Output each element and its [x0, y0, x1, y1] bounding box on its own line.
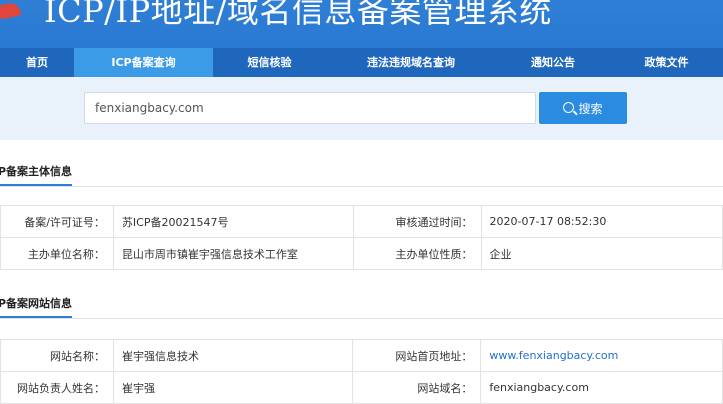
- website-owner-label: 网站负责人姓名：: [0, 371, 114, 404]
- homepage-url-link[interactable]: www.fenxiangbacy.com: [489, 349, 618, 362]
- search-icon: [563, 101, 575, 113]
- nav-item-icp-query[interactable]: ICP备案查询: [74, 48, 213, 77]
- organizer-type-value: 企业: [480, 237, 723, 270]
- subject-section-title: P备案主体信息: [0, 165, 73, 178]
- homepage-url-label: 网站首页地址：: [352, 339, 482, 372]
- website-name-value: 崔宇强信息技术: [112, 339, 354, 372]
- website-name-label: 网站名称：: [0, 339, 114, 372]
- record-number-label: 备案/许可证号：: [0, 205, 114, 238]
- table-row: 网站负责人姓名： 崔宇强 网站域名： fenxiangbacy.com: [0, 371, 723, 404]
- nav-item-sms-verify[interactable]: 短信核验: [213, 48, 326, 77]
- record-number-value: 苏ICP备20021547号: [112, 205, 354, 238]
- search-area: fenxiangbacy.com 搜索: [0, 77, 723, 140]
- table-row: 主办单位名称： 昆山市周市镇崔宇强信息技术工作室 主办单位性质： 企业: [0, 237, 723, 270]
- nav-item-home[interactable]: 首页: [0, 48, 74, 77]
- search-button[interactable]: 搜索: [539, 92, 627, 124]
- website-info-table: 网站名称： 崔宇强信息技术 网站首页地址： www.fenxiangbacy.c…: [0, 339, 723, 404]
- website-owner-value: 崔宇强: [112, 371, 354, 404]
- subject-section-divider: [0, 186, 723, 187]
- header-banner: ICP/IP地址/域名信息备案管理系统: [0, 0, 723, 48]
- search-button-label: 搜索: [578, 101, 603, 116]
- nav-item-policy-docs[interactable]: 政策文件: [610, 48, 723, 77]
- website-section-title: P备案网站信息: [0, 297, 73, 310]
- nav-item-illegal-domain-query[interactable]: 违法违规域名查询: [326, 48, 496, 77]
- nav-item-notices[interactable]: 通知公告: [496, 48, 610, 77]
- organizer-type-label: 主办单位性质：: [352, 237, 482, 270]
- table-row: 备案/许可证号： 苏ICP备20021547号 审核通过时间： 2020-07-…: [0, 205, 723, 238]
- table-row: 网站名称： 崔宇强信息技术 网站首页地址： www.fenxiangbacy.c…: [0, 339, 723, 372]
- search-input[interactable]: fenxiangbacy.com: [84, 92, 536, 124]
- website-section-divider: [0, 318, 723, 319]
- website-domain-value: fenxiangbacy.com: [480, 371, 723, 404]
- website-domain-label: 网站域名：: [352, 371, 482, 404]
- organizer-name-value: 昆山市周市镇崔宇强信息技术工作室: [112, 237, 354, 270]
- logo-icon: [0, 1, 22, 21]
- approval-time-value: 2020-07-17 08:52:30: [480, 205, 723, 238]
- subject-info-table: 备案/许可证号： 苏ICP备20021547号 审核通过时间： 2020-07-…: [0, 205, 723, 270]
- main-nav: 首页 ICP备案查询 短信核验 违法违规域名查询 通知公告 政策文件: [0, 48, 723, 77]
- page-title: ICP/IP地址/域名信息备案管理系统: [44, 0, 552, 30]
- approval-time-label: 审核通过时间：: [352, 205, 482, 238]
- organizer-name-label: 主办单位名称：: [0, 237, 114, 270]
